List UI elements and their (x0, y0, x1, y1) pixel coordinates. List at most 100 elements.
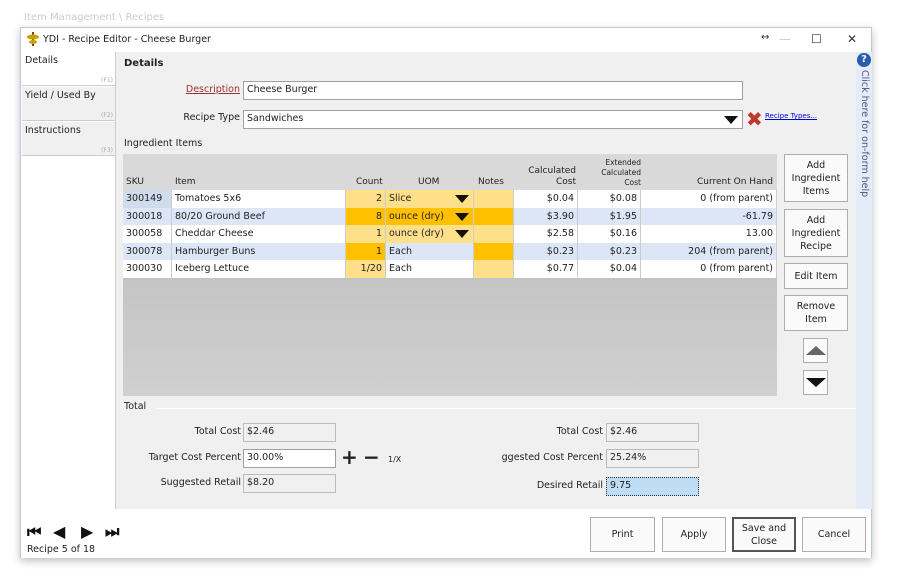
cell-ext: $0.08 (578, 190, 641, 208)
cell-count[interactable]: 1 (346, 242, 386, 261)
recipe-editor-window: YDI - Recipe Editor - Cheese Burger ↔ — … (20, 27, 872, 558)
add-ingredient-items-button[interactable]: Add Ingredient Items (784, 154, 848, 202)
tab-instructions[interactable]: Instructions (F3) (22, 122, 115, 156)
suggested-retail-label: Suggested Retail (160, 477, 241, 488)
cell-item: Tomatoes 5x6 (172, 190, 346, 208)
cell-text: Cheddar Cheese (175, 228, 254, 240)
cell-notes[interactable] (474, 207, 514, 226)
recipe-type-select[interactable]: Sandwiches (243, 110, 743, 129)
cell-ext: $0.16 (578, 225, 641, 243)
last-record-icon[interactable]: ⏭ (105, 522, 119, 542)
cell-ext: $0.23 (578, 242, 641, 261)
cell-text: 1/20 (360, 263, 382, 275)
edit-item-button[interactable]: Edit Item (784, 263, 848, 289)
cell-text: Hamburger Buns (175, 245, 256, 257)
cell-onhand: -61.79 (641, 207, 777, 226)
cell-uom[interactable]: ounce (dry) (386, 207, 474, 226)
cell-uom[interactable]: ounce (dry) (386, 225, 474, 243)
suggested-cost-percent-field: 25.24% (606, 449, 699, 468)
cell-text: 1 (375, 245, 382, 257)
table-row[interactable]: 300018 80/20 Ground Beef 8 ounce (dry) $3.90… (123, 207, 777, 226)
cell-text: Slice (389, 193, 412, 204)
cell-text: Each (389, 263, 413, 275)
cell-count[interactable]: 8 (346, 207, 386, 226)
col-sku[interactable]: SKU (126, 177, 144, 188)
apply-button[interactable]: Apply (662, 517, 726, 552)
close-button[interactable]: ✕ (847, 32, 857, 46)
divider (156, 408, 856, 409)
help-icon[interactable]: ? (857, 53, 871, 67)
col-count[interactable]: Count (356, 177, 383, 188)
previous-record-icon[interactable]: ◀ (53, 522, 65, 541)
suggested-retail-field: $8.20 (243, 474, 336, 493)
desired-retail-input[interactable]: 9.75 (606, 477, 699, 496)
save-and-close-button[interactable]: Save and Close (732, 517, 796, 552)
app-logo-icon (27, 32, 39, 46)
cell-uom[interactable]: Slice (386, 190, 474, 208)
cell-sku: 300058 (123, 225, 172, 243)
cell-count[interactable]: 1 (346, 225, 386, 243)
col-item[interactable]: Item (175, 177, 196, 188)
plus-icon[interactable]: + (341, 445, 358, 469)
cell-count[interactable]: 1/20 (346, 260, 386, 278)
minus-icon[interactable]: − (363, 445, 380, 469)
inverse-button[interactable]: 1/X (388, 455, 401, 464)
table-row[interactable]: 300058 Cheddar Cheese 1 ounce (dry) $2.58 $0.… (123, 225, 777, 243)
add-ingredient-recipe-button[interactable]: Add Ingredient Recipe (784, 209, 848, 257)
cell-text: 204 (from parent) (688, 245, 773, 257)
cell-sku: 300078 (123, 242, 172, 261)
target-cost-percent-input[interactable]: 30.00% (243, 449, 336, 468)
total-label: Total (124, 401, 147, 412)
chevron-down-icon[interactable] (455, 195, 469, 203)
tab-shortcut: (F2) (101, 112, 113, 119)
cell-text: $0.16 (609, 228, 637, 240)
table-row[interactable]: 300149 Tomatoes 5x6 2 Slice $0.04 $0.08 0 (fro… (123, 190, 777, 208)
move-down-button[interactable] (803, 370, 828, 395)
recipe-type-value: Sandwiches (247, 113, 304, 124)
col-uom[interactable]: UOM (418, 177, 439, 188)
help-text[interactable]: Click here for on-form help (859, 70, 870, 197)
print-button[interactable]: Print (590, 517, 655, 552)
cell-text: 300030 (126, 263, 163, 275)
cell-calc: $3.90 (514, 207, 578, 226)
next-record-icon[interactable]: ▶ (81, 522, 93, 541)
chevron-down-icon[interactable] (455, 212, 469, 221)
clear-icon[interactable]: ✖ (746, 109, 763, 129)
arrow-down-icon (805, 378, 826, 387)
tab-shortcut: (F1) (101, 77, 113, 84)
cell-uom[interactable]: Each (386, 242, 474, 261)
table-row[interactable]: 300078 Hamburger Buns 1 Each $0.23 $0.23 204 (… (123, 242, 777, 261)
cell-text: 300149 (126, 193, 163, 204)
maximize-button[interactable]: ☐ (811, 32, 822, 46)
tab-yield-used-by[interactable]: Yield / Used By (F2) (22, 87, 115, 121)
minimize-button[interactable]: — (779, 32, 791, 46)
chevron-down-icon[interactable] (455, 230, 469, 239)
cell-notes[interactable] (474, 242, 514, 261)
tab-details[interactable]: Details (F1) (22, 52, 115, 86)
arrow-up-icon (805, 346, 826, 355)
cell-calc: $0.23 (514, 242, 578, 261)
move-up-button[interactable] (803, 338, 828, 363)
cell-sku: 300149 (123, 190, 172, 208)
description-label: Description (185, 84, 240, 95)
cell-ext: $1.95 (578, 207, 641, 226)
cell-text: Each (389, 245, 413, 257)
first-record-icon[interactable]: ⏮ (27, 522, 41, 542)
cell-text: 80/20 Ground Beef (175, 210, 265, 222)
col-notes[interactable]: Notes (478, 177, 504, 188)
cell-notes[interactable] (474, 190, 514, 208)
cell-calc: $0.04 (514, 190, 578, 208)
cancel-button[interactable]: Cancel (802, 517, 866, 552)
cell-uom[interactable]: Each (386, 260, 474, 278)
cell-count[interactable]: 2 (346, 190, 386, 208)
cell-notes[interactable] (474, 225, 514, 243)
recipe-types-link[interactable]: Recipe Types... (765, 112, 817, 120)
col-calculated-cost[interactable]: Calculated Cost (516, 166, 576, 188)
remove-item-button[interactable]: Remove Item (784, 295, 848, 331)
cell-notes[interactable] (474, 260, 514, 278)
col-extended-cost[interactable]: Extended Calculated Cost (591, 158, 641, 188)
resize-icon[interactable]: ↔ (761, 32, 769, 43)
description-input[interactable]: Cheese Burger (243, 81, 743, 100)
col-current-on-hand[interactable]: Current On Hand (653, 177, 773, 188)
table-row[interactable]: 300030 Iceberg Lettuce 1/20 Each $0.77 $0.04 0… (123, 260, 777, 278)
